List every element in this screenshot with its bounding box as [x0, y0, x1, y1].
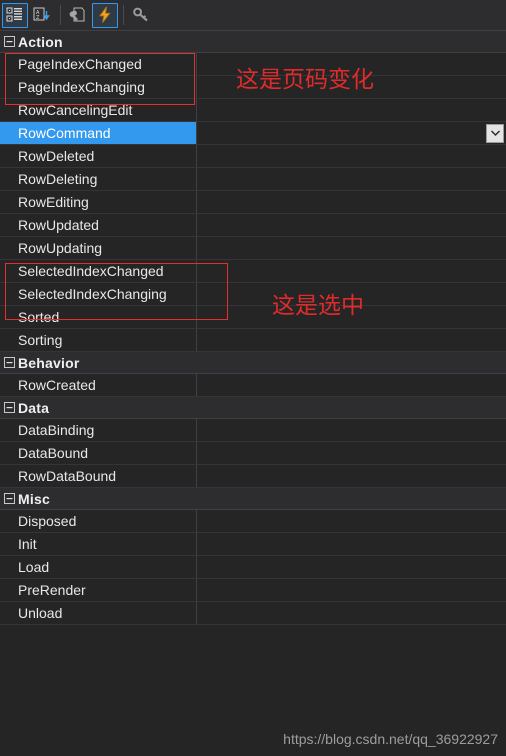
property-row[interactable]: RowUpdated: [0, 214, 506, 237]
category-row[interactable]: Data: [0, 397, 506, 419]
property-name[interactable]: RowCancelingEdit: [0, 99, 197, 121]
property-pages-key-icon: [133, 7, 148, 22]
property-value[interactable]: [197, 510, 506, 532]
property-row[interactable]: DataBinding: [0, 419, 506, 442]
toolbar-separator-2: [123, 5, 124, 25]
chevron-down-icon[interactable]: [486, 123, 504, 143]
property-name[interactable]: PageIndexChanged: [0, 53, 197, 75]
category-label: Data: [18, 399, 50, 416]
property-row[interactable]: RowCommand: [0, 122, 506, 145]
property-pages-button[interactable]: [128, 3, 154, 28]
property-name[interactable]: RowUpdated: [0, 214, 197, 236]
properties-page-icon: [69, 7, 85, 22]
property-name[interactable]: SelectedIndexChanged: [0, 260, 197, 282]
property-row[interactable]: RowEditing: [0, 191, 506, 214]
property-name[interactable]: RowDeleting: [0, 168, 197, 190]
property-value[interactable]: [197, 329, 506, 351]
property-name[interactable]: SelectedIndexChanging: [0, 283, 197, 305]
property-value[interactable]: [197, 374, 506, 396]
categorized-view-icon: [6, 7, 22, 22]
property-grid-toolbar: A Z: [0, 0, 506, 31]
property-value[interactable]: [197, 465, 506, 487]
property-value[interactable]: [197, 556, 506, 578]
annotation-text-selected-index: 这是选中: [272, 293, 364, 319]
svg-text:Z: Z: [36, 15, 40, 21]
property-value[interactable]: [197, 533, 506, 555]
property-name[interactable]: RowUpdating: [0, 237, 197, 259]
property-value[interactable]: [197, 579, 506, 601]
property-value[interactable]: [197, 602, 506, 624]
collapse-expand-icon[interactable]: [0, 36, 18, 47]
events-lightning-icon: [99, 6, 111, 23]
property-name[interactable]: DataBinding: [0, 419, 197, 441]
property-row[interactable]: Unload: [0, 602, 506, 625]
property-row[interactable]: RowDataBound: [0, 465, 506, 488]
property-name[interactable]: PreRender: [0, 579, 197, 601]
property-name[interactable]: PageIndexChanging: [0, 76, 197, 98]
category-row[interactable]: Misc: [0, 488, 506, 510]
collapse-expand-icon[interactable]: [0, 357, 18, 368]
category-row[interactable]: Behavior: [0, 352, 506, 374]
property-grid[interactable]: Action PageIndexChanged PageIndexChanging R…: [0, 31, 506, 625]
property-value[interactable]: [197, 237, 506, 259]
property-row[interactable]: RowCancelingEdit: [0, 99, 506, 122]
property-row[interactable]: RowDeleting: [0, 168, 506, 191]
events-button[interactable]: [92, 2, 118, 28]
property-name[interactable]: Init: [0, 533, 197, 555]
annotation-text-page-index: 这是页码变化: [236, 67, 374, 93]
toolbar-separator: [60, 5, 61, 25]
watermark-url: https://blog.csdn.net/qq_36922927: [283, 731, 498, 747]
collapse-expand-icon[interactable]: [0, 493, 18, 504]
collapse-expand-icon[interactable]: [0, 402, 18, 413]
property-value[interactable]: [197, 442, 506, 464]
property-value[interactable]: [197, 145, 506, 167]
property-value[interactable]: [197, 191, 506, 213]
property-name[interactable]: DataBound: [0, 442, 197, 464]
property-row[interactable]: Disposed: [0, 510, 506, 533]
property-name[interactable]: Unload: [0, 602, 197, 624]
property-value[interactable]: [197, 122, 506, 144]
categorized-view-button[interactable]: [2, 2, 28, 28]
properties-button[interactable]: [65, 3, 91, 28]
category-label: Misc: [18, 490, 50, 507]
property-name[interactable]: Load: [0, 556, 197, 578]
property-name[interactable]: Sorted: [0, 306, 197, 328]
property-row[interactable]: RowCreated: [0, 374, 506, 397]
property-row[interactable]: Sorting: [0, 329, 506, 352]
property-name[interactable]: Sorting: [0, 329, 197, 351]
property-row[interactable]: Init: [0, 533, 506, 556]
property-name[interactable]: RowEditing: [0, 191, 197, 213]
category-label: Behavior: [18, 354, 80, 371]
property-value[interactable]: [197, 260, 506, 282]
alphabetical-sort-icon: A Z: [33, 7, 50, 21]
category-label: Action: [18, 33, 63, 50]
property-name[interactable]: RowDataBound: [0, 465, 197, 487]
property-name[interactable]: RowDeleted: [0, 145, 197, 167]
property-row[interactable]: SelectedIndexChanging: [0, 283, 506, 306]
property-row[interactable]: DataBound: [0, 442, 506, 465]
property-value[interactable]: [197, 214, 506, 236]
property-value[interactable]: [197, 99, 506, 121]
property-value[interactable]: [197, 419, 506, 441]
property-row[interactable]: SelectedIndexChanged: [0, 260, 506, 283]
property-name[interactable]: Disposed: [0, 510, 197, 532]
property-row[interactable]: Sorted: [0, 306, 506, 329]
property-value[interactable]: [197, 168, 506, 190]
property-row[interactable]: RowUpdating: [0, 237, 506, 260]
property-row[interactable]: Load: [0, 556, 506, 579]
property-row[interactable]: RowDeleted: [0, 145, 506, 168]
property-name[interactable]: RowCommand: [0, 122, 197, 144]
property-name[interactable]: RowCreated: [0, 374, 197, 396]
alphabetical-sort-button[interactable]: A Z: [29, 3, 55, 28]
property-row[interactable]: PreRender: [0, 579, 506, 602]
category-row[interactable]: Action: [0, 31, 506, 53]
